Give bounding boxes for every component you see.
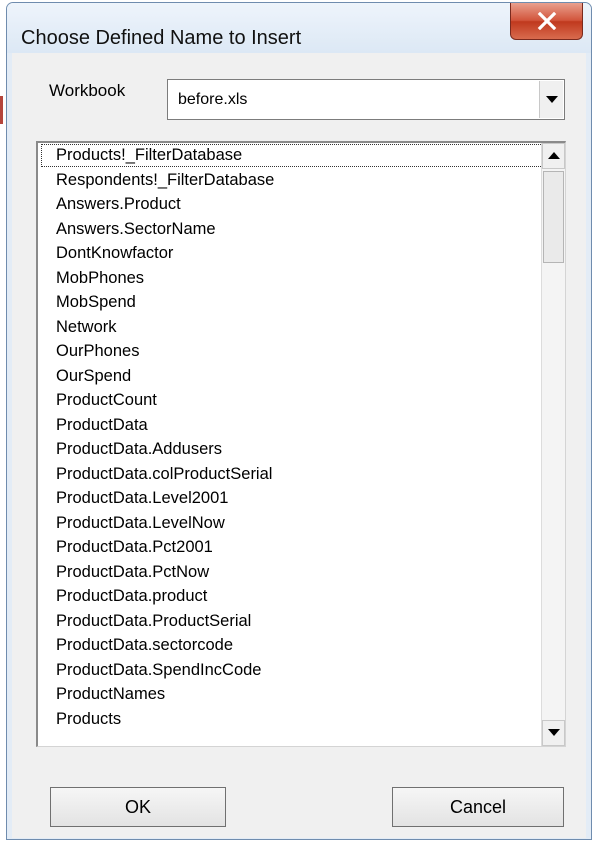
workbook-dropdown-button[interactable] <box>539 81 563 118</box>
dialog-window: Choose Defined Name to Insert Workbook b… <box>6 2 592 840</box>
defined-names-items: Products!_FilterDatabase Respondents!_Fil… <box>38 143 544 731</box>
close-button[interactable] <box>510 3 583 40</box>
workbook-dropdown[interactable]: before.xls <box>167 79 565 120</box>
list-item[interactable]: ProductData.Level2001 <box>38 486 544 511</box>
dialog-title: Choose Defined Name to Insert <box>21 27 302 49</box>
list-item[interactable]: Products!_FilterDatabase <box>40 143 544 168</box>
close-x-icon <box>537 12 557 30</box>
list-item[interactable]: ProductData.sectorcode <box>38 633 544 658</box>
scroll-up-button[interactable] <box>542 143 565 169</box>
list-item[interactable]: MobPhones <box>38 266 544 291</box>
list-item[interactable]: DontKnowfactor <box>38 241 544 266</box>
defined-names-list[interactable]: Products!_FilterDatabase Respondents!_Fil… <box>36 141 566 747</box>
cancel-button[interactable]: Cancel <box>392 787 564 827</box>
scroll-down-arrow-icon <box>548 729 560 736</box>
list-item[interactable]: OurPhones <box>38 339 544 364</box>
scroll-thumb[interactable] <box>543 171 564 263</box>
list-item[interactable]: ProductData.SpendIncCode <box>38 658 544 683</box>
list-item[interactable]: MobSpend <box>38 290 544 315</box>
list-item[interactable]: ProductData.Pct2001 <box>38 535 544 560</box>
list-item[interactable]: ProductData.colProductSerial <box>38 462 544 487</box>
list-item[interactable]: ProductData <box>38 413 544 438</box>
list-item[interactable]: ProductCount <box>38 388 544 413</box>
list-item[interactable]: Network <box>38 315 544 340</box>
list-item[interactable]: ProductData.LevelNow <box>38 511 544 536</box>
dialog-body: Workbook before.xls Products!_FilterData… <box>12 53 586 838</box>
list-item[interactable]: ProductData.ProductSerial <box>38 609 544 634</box>
workbook-selected-value: before.xls <box>178 91 248 108</box>
title-bar[interactable]: Choose Defined Name to Insert <box>7 3 591 53</box>
list-item[interactable]: ProductData.product <box>38 584 544 609</box>
list-item[interactable]: ProductData.PctNow <box>38 560 544 585</box>
list-item[interactable]: OurSpend <box>38 364 544 389</box>
chevron-down-icon <box>546 96 558 103</box>
ok-button[interactable]: OK <box>50 787 226 827</box>
background-window-edge <box>0 96 3 124</box>
list-item[interactable]: ProductNames <box>38 682 544 707</box>
list-scrollbar[interactable] <box>541 143 565 746</box>
list-item[interactable]: Answers.SectorName <box>38 217 544 242</box>
list-item[interactable]: Products <box>38 707 544 732</box>
list-item[interactable]: ProductData.Addusers <box>38 437 544 462</box>
list-item[interactable]: Respondents!_FilterDatabase <box>38 168 544 193</box>
workbook-label: Workbook <box>49 81 126 100</box>
list-item[interactable]: Answers.Product <box>38 192 544 217</box>
scroll-up-arrow-icon <box>548 152 560 159</box>
scroll-down-button[interactable] <box>542 720 565 746</box>
